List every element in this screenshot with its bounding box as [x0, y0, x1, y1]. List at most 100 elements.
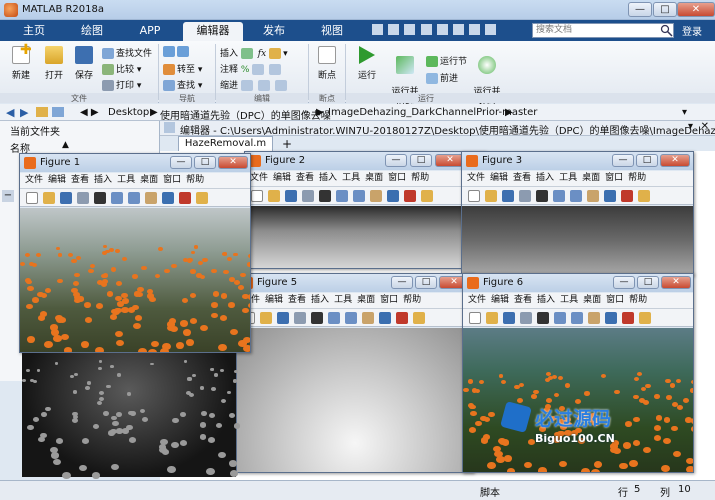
menu-file[interactable]: 文件: [25, 173, 43, 188]
minimize-button[interactable]: —: [170, 156, 192, 169]
menu-edit[interactable]: 编辑: [265, 293, 283, 308]
figure-6-window[interactable]: Figure 6 — □ ✕ 文件 编辑 查看 插入 工具 桌面 窗口 帮助 必过源码 Biguo…: [462, 273, 694, 473]
pan-icon[interactable]: [588, 312, 600, 324]
undo-icon[interactable]: [436, 24, 448, 35]
rotate-icon[interactable]: [605, 312, 617, 324]
menu-tools[interactable]: 工具: [342, 171, 360, 186]
data-cursor-icon[interactable]: [179, 192, 191, 204]
forward-icon[interactable]: ▶: [20, 106, 28, 119]
data-cursor-icon[interactable]: [621, 190, 633, 202]
figure-3-window[interactable]: Figure 3 — □ ✕ 文件 编辑 查看 插入 工具 桌面 窗口 帮助: [461, 151, 694, 276]
smart-indent-icon[interactable]: [240, 80, 253, 91]
open-icon[interactable]: [268, 190, 280, 202]
save-button[interactable]: 保存: [70, 46, 98, 81]
menu-window[interactable]: 窗口: [606, 293, 624, 308]
tab-publish[interactable]: 发布: [252, 22, 296, 41]
breadcrumb-folder[interactable]: 使用暗通道先验（DPC）的单图像去噪: [160, 107, 331, 122]
pan-icon[interactable]: [587, 190, 599, 202]
print-icon[interactable]: [520, 312, 532, 324]
save-icon[interactable]: [502, 190, 514, 202]
new-tab-button[interactable]: +: [282, 137, 292, 151]
menu-window[interactable]: 窗口: [163, 173, 181, 188]
pointer-icon[interactable]: [94, 192, 106, 204]
minimize-button[interactable]: —: [385, 154, 407, 167]
menu-window[interactable]: 窗口: [380, 293, 398, 308]
pointer-icon[interactable]: [536, 190, 548, 202]
open-icon[interactable]: [486, 312, 498, 324]
figure-1-window[interactable]: Figure 1 — □ ✕ 文件 编辑 查看 插入 工具 桌面 窗口 帮助: [19, 153, 251, 353]
figure-2-window[interactable]: Figure 2 — □ ✕ 文件 编辑 查看 插入 工具 桌面 窗口 帮助: [244, 151, 486, 269]
maximize-button[interactable]: □: [415, 276, 437, 289]
menu-help[interactable]: 帮助: [628, 171, 646, 186]
back-forward-buttons[interactable]: [163, 46, 191, 57]
search-icon[interactable]: [660, 24, 673, 37]
open-icon[interactable]: [260, 312, 272, 324]
menu-desktop[interactable]: 桌面: [365, 171, 383, 186]
rotate-icon[interactable]: [604, 190, 616, 202]
paste-icon[interactable]: [420, 24, 432, 35]
save-icon[interactable]: [503, 312, 515, 324]
menu-view[interactable]: 查看: [71, 173, 89, 188]
save-icon[interactable]: [277, 312, 289, 324]
maximize-button[interactable]: □: [653, 2, 677, 17]
brush-icon[interactable]: [639, 312, 651, 324]
zoom-out-icon[interactable]: [571, 312, 583, 324]
menu-view[interactable]: 查看: [288, 293, 306, 308]
cut-icon[interactable]: [388, 24, 400, 35]
pan-icon[interactable]: [370, 190, 382, 202]
menu-tools[interactable]: 工具: [560, 293, 578, 308]
minimize-button[interactable]: —: [612, 154, 634, 167]
zoom-out-icon[interactable]: [570, 190, 582, 202]
editor-close-icon[interactable]: ✕: [701, 121, 709, 132]
print-icon[interactable]: [294, 312, 306, 324]
login-link[interactable]: 登录: [682, 23, 702, 38]
increase-indent-icon[interactable]: [257, 80, 270, 91]
minimize-button[interactable]: —: [628, 2, 652, 17]
menu-desktop[interactable]: 桌面: [583, 293, 601, 308]
rotate-icon[interactable]: [162, 192, 174, 204]
cell-icon[interactable]: [269, 48, 282, 59]
run-button[interactable]: 运行: [352, 46, 382, 81]
decrease-indent-icon[interactable]: [274, 80, 287, 91]
data-cursor-icon[interactable]: [396, 312, 408, 324]
print-icon[interactable]: [77, 192, 89, 204]
save-icon[interactable]: [285, 190, 297, 202]
up-folder-icon[interactable]: [36, 107, 48, 117]
tab-home[interactable]: 主页: [12, 22, 56, 41]
menu-desktop[interactable]: 桌面: [582, 171, 600, 186]
menu-view[interactable]: 查看: [296, 171, 314, 186]
compare-button[interactable]: 比较 ▾: [102, 62, 141, 75]
menu-desktop[interactable]: 桌面: [140, 173, 158, 188]
pointer-icon[interactable]: [311, 312, 323, 324]
save-icon[interactable]: [372, 24, 383, 35]
new-figure-icon[interactable]: [251, 190, 263, 202]
pointer-icon[interactable]: [537, 312, 549, 324]
pan-icon[interactable]: [145, 192, 157, 204]
save-icon[interactable]: [60, 192, 72, 204]
redo-icon[interactable]: [452, 24, 464, 35]
editor-tab[interactable]: HazeRemoval.m: [178, 136, 273, 151]
uncomment-icon[interactable]: [269, 64, 282, 75]
zoom-in-icon[interactable]: [554, 312, 566, 324]
help-icon[interactable]: [485, 24, 497, 35]
menu-view[interactable]: 查看: [514, 293, 532, 308]
menu-help[interactable]: 帮助: [411, 171, 429, 186]
rotate-icon[interactable]: [379, 312, 391, 324]
menu-insert[interactable]: 插入: [311, 293, 329, 308]
menu-insert[interactable]: 插入: [319, 171, 337, 186]
collapse-icon[interactable]: −: [2, 190, 14, 202]
close-button[interactable]: ✕: [661, 276, 691, 289]
menu-window[interactable]: 窗口: [388, 171, 406, 186]
run-section-button[interactable]: 运行节: [426, 54, 467, 67]
open-button[interactable]: 打开: [40, 46, 68, 81]
tab-view[interactable]: 视图: [310, 22, 354, 41]
menu-tools[interactable]: 工具: [334, 293, 352, 308]
zoom-out-icon[interactable]: [345, 312, 357, 324]
maximize-button[interactable]: □: [194, 156, 216, 169]
search-input[interactable]: 搜索文档: [532, 23, 674, 38]
maximize-button[interactable]: □: [410, 154, 432, 167]
breadcrumb-desktop[interactable]: Desktop: [108, 107, 149, 118]
menu-edit[interactable]: 编辑: [48, 173, 66, 188]
zoom-out-icon[interactable]: [353, 190, 365, 202]
new-figure-icon[interactable]: [468, 190, 480, 202]
